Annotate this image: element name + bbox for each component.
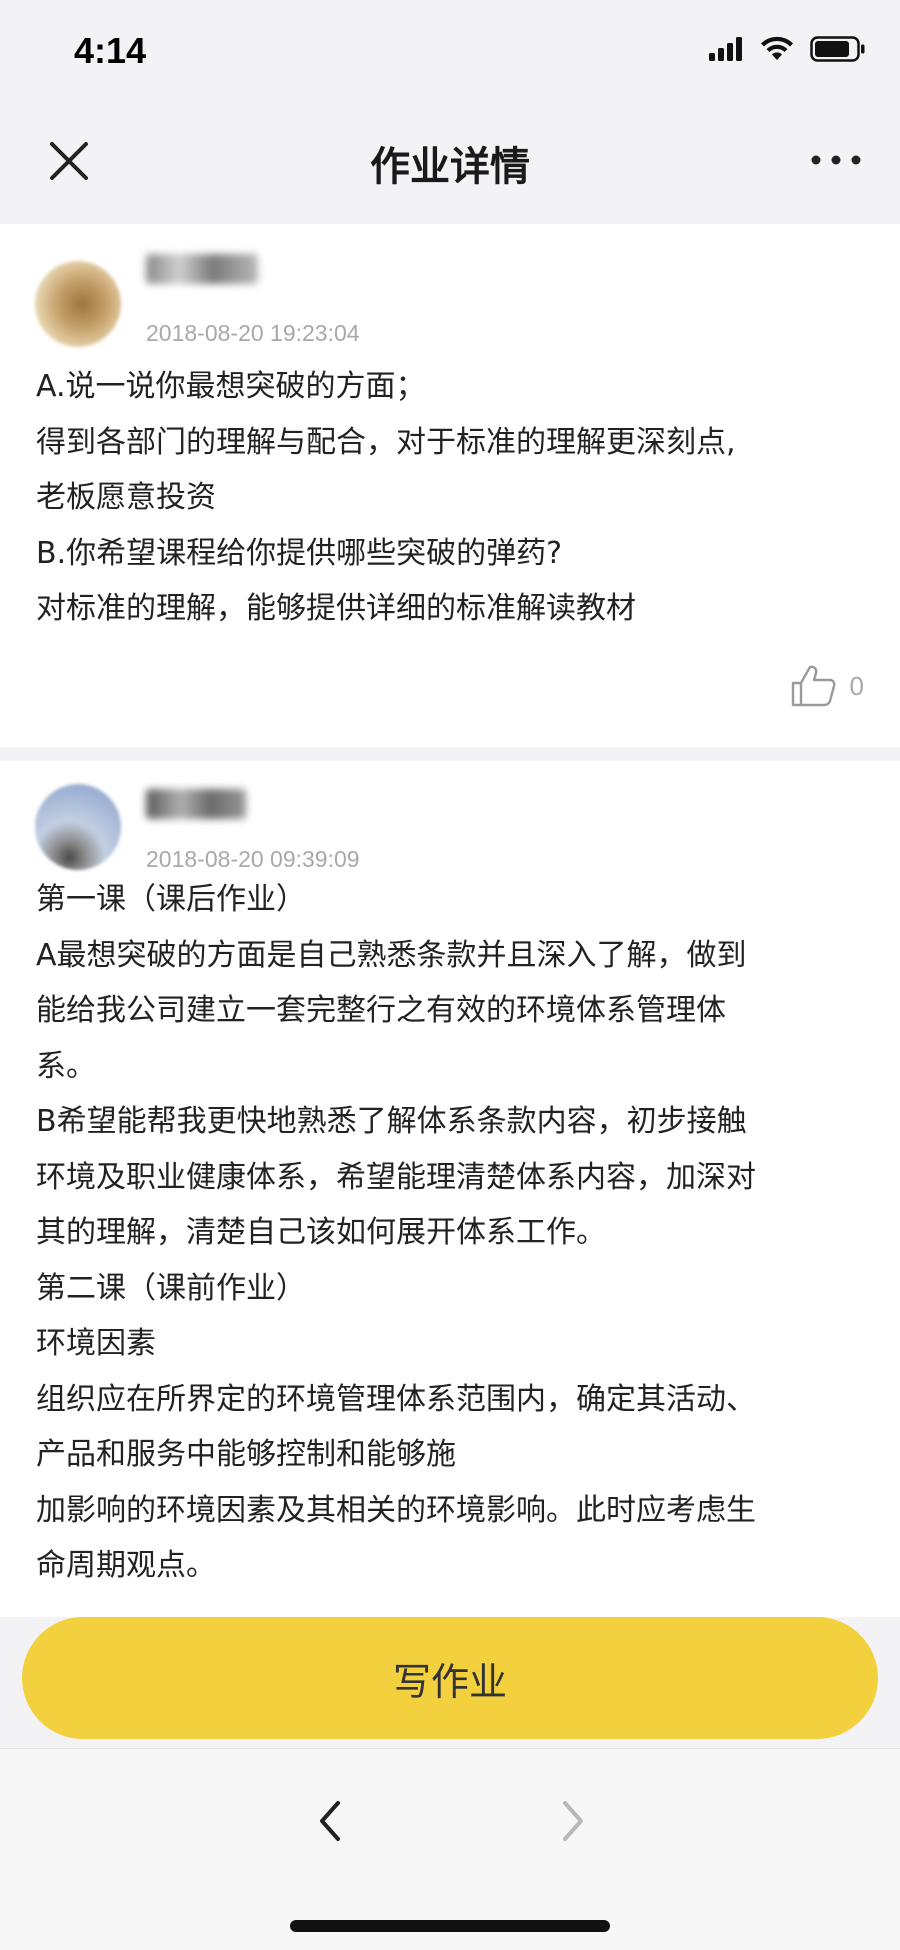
post-line: A最想突破的方面是自己熟悉条款并且深入了解，做到	[36, 937, 747, 973]
home-indicator[interactable]	[290, 1920, 610, 1932]
status-time: 4:14	[74, 30, 147, 71]
wifi-icon	[761, 36, 793, 60]
status-bar: 4:14	[0, 0, 900, 112]
post-line: 得到各部门的理解与配合，对于标准的理解更深刻点,	[36, 424, 736, 460]
post-content: A.说一说你最想突破的方面； 得到各部门的理解与配合，对于标准的理解更深刻点, …	[36, 359, 872, 637]
post-list[interactable]: 2018-08-20 19:23:04 A.说一说你最想突破的方面； 得到各部门…	[0, 212, 900, 1617]
post-line: A.说一说你最想突破的方面；	[36, 369, 426, 404]
post-line: 命周期观点。	[36, 1548, 216, 1583]
post-line: 环境因素	[36, 1326, 156, 1361]
thumbs-up-icon	[791, 665, 835, 707]
post-line: 第二课（课前作业）	[36, 1270, 306, 1306]
post-content: 第一课（课后作业） A最想突破的方面是自己熟悉条款并且深入了解，做到 能给我公司…	[36, 872, 872, 1594]
battery-icon	[810, 36, 865, 62]
post-line: B.你希望课程给你提供哪些突破的弹药?	[36, 535, 563, 571]
post-line: 产品和服务中能够控制和能够施	[36, 1437, 456, 1472]
post-card: 2018-08-20 09:39:09 第一课（课后作业） A最想突破的方面是自…	[0, 761, 900, 1617]
like-count: 0	[849, 670, 864, 701]
post-line: 组织应在所界定的环境管理体系范围内，确定其活动、	[36, 1381, 756, 1417]
post-line: B希望能帮我更快地熟悉了解体系条款内容，初步接触	[36, 1104, 747, 1139]
post-line: 加影响的环境因素及其相关的环境影响。此时应考虑生	[36, 1492, 756, 1528]
post-line: 系。	[36, 1048, 96, 1084]
username-blurred	[146, 789, 246, 819]
more-icon[interactable]	[810, 140, 862, 180]
post-line: 对标准的理解，能够提供详细的标准解读教材	[36, 591, 636, 626]
post-line: 能给我公司建立一套完整行之有效的环境体系管理体	[36, 993, 726, 1028]
post-line: 其的理解，清楚自己该如何展开体系工作。	[36, 1215, 606, 1250]
bottom-toolbar	[0, 1748, 900, 1950]
like-button[interactable]: 0	[790, 664, 864, 708]
post-timestamp: 2018-08-20 19:23:04	[146, 320, 360, 346]
write-homework-button[interactable]: 写作业	[22, 1617, 878, 1739]
post-line: 老板愿意投资	[36, 480, 216, 515]
back-arrow-icon[interactable]	[310, 1791, 350, 1851]
status-icons	[708, 36, 866, 62]
post-timestamp: 2018-08-20 09:39:09	[146, 846, 360, 872]
post-card: 2018-08-20 19:23:04 A.说一说你最想突破的方面； 得到各部门…	[0, 224, 900, 747]
avatar[interactable]	[35, 784, 121, 870]
forward-arrow-icon[interactable]	[553, 1791, 593, 1851]
post-line: 第一课（课后作业）	[36, 882, 306, 917]
username-blurred	[146, 254, 258, 284]
avatar[interactable]	[35, 261, 121, 347]
signal-icon	[709, 37, 742, 61]
header-bar: 作业详情	[0, 112, 900, 212]
page-title: 作业详情	[370, 144, 530, 190]
post-line: 环境及职业健康体系，希望能理清楚体系内容，加深对	[36, 1159, 756, 1195]
